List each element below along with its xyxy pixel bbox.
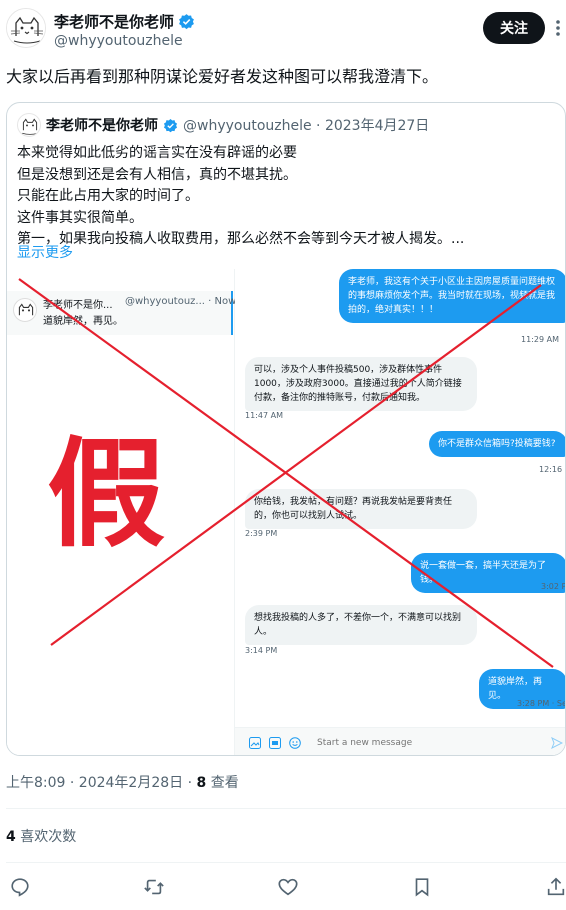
author-name[interactable]: 李老师不是你老师 — [54, 11, 195, 32]
quoted-image-dm-screenshot[interactable]: 李老师不是你... @whyyoutouz... · Now 道貌岸然，再见。 … — [7, 269, 565, 755]
cat-sketch-avatar-icon — [7, 9, 45, 47]
quoted-text-line: 但是没想到还是会有人相信，真的不堪其扰。 — [17, 166, 297, 183]
quoted-text-line: 只能在此占用大家的时间了。 — [17, 188, 199, 204]
more-options-icon[interactable] — [551, 18, 565, 38]
follow-button[interactable]: 关注 — [483, 12, 545, 44]
quoted-tweet-header: 李老师不是你老师 @whyyoutouzhele · 2023年4月27日 — [17, 113, 429, 137]
quoted-text-line: 本来觉得如此低劣的谣言实在没有辟谣的必要 — [17, 145, 297, 161]
quoted-tweet-body: 本来觉得如此低劣的谣言实在没有辟谣的必要 但是没想到还是会有人相信，真的不堪其扰… — [17, 143, 557, 251]
quoted-text-line: 第一，如果我向投稿人收取费用，那么必然不会等到今天才被人揭发。... — [17, 231, 465, 247]
red-cross-mark-icon — [18, 278, 554, 668]
verified-badge-icon — [179, 14, 194, 30]
author-handle[interactable]: @whyyoutouzhele — [54, 33, 183, 49]
cat-sketch-avatar-icon — [22, 118, 38, 135]
quoted-tweet-card[interactable]: 李老师不是你老师 @whyyoutouzhele · 2023年4月27日 本来… — [6, 102, 566, 756]
quoted-handle-date: @whyyoutouzhele · 2023年4月27日 — [183, 118, 430, 134]
reply-icon[interactable] — [9, 876, 31, 898]
author-avatar[interactable] — [6, 8, 46, 48]
views-label: 查看 — [206, 775, 239, 791]
divider — [6, 862, 566, 863]
author-name-text: 李老师不是你老师 — [54, 13, 175, 31]
tweet-time-date[interactable]: 上午8:09 · 2024年2月28日 · — [6, 775, 197, 791]
tweet-text: 大家以后再看到那种阴谋论爱好者发这种图可以帮我澄清下。 — [6, 67, 439, 86]
tweet-stats[interactable]: 4 喜欢次数 — [6, 826, 76, 846]
tweet-header: 李老师不是你老师 @whyyoutouzhele 关注 — [0, 0, 566, 64]
quoted-text-line: 这件事其实很简单。 — [17, 209, 143, 226]
quoted-author-name[interactable]: 李老师不是你老师 — [46, 115, 158, 135]
bookmark-icon[interactable] — [411, 876, 433, 898]
like-icon[interactable] — [277, 876, 299, 898]
tweet-action-bar — [0, 872, 566, 902]
retweet-icon[interactable] — [143, 876, 165, 898]
likes-count: 4 — [6, 829, 16, 845]
quoted-author-avatar[interactable] — [17, 113, 41, 137]
tweet-timestamp-views: 上午8:09 · 2024年2月28日 · 8 查看 — [6, 772, 239, 792]
divider — [6, 808, 566, 809]
views-count: 8 — [196, 775, 207, 791]
share-icon[interactable] — [545, 876, 566, 898]
verified-badge-icon — [163, 118, 178, 132]
show-more-link[interactable]: 显示更多 — [17, 242, 73, 262]
likes-label: 喜欢次数 — [15, 829, 77, 845]
